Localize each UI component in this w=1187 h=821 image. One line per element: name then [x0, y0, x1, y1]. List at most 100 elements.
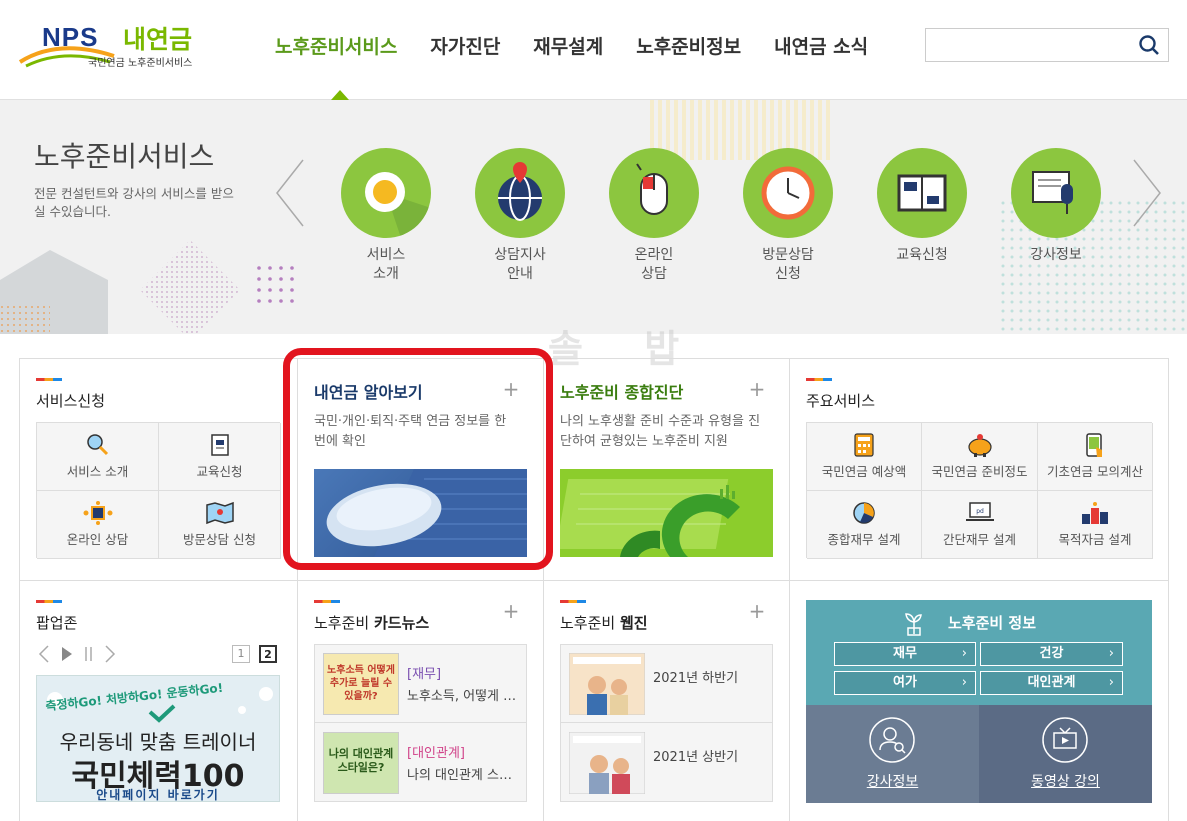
- tv-play-icon: [1042, 717, 1088, 763]
- banner-item-lecturer-info[interactable]: 강사정보: [1001, 148, 1111, 265]
- video-lecture-link[interactable]: 동영상 강의: [979, 705, 1152, 803]
- diagnosis-more-icon[interactable]: +: [747, 379, 767, 399]
- news-thumbnail-text: 노후소득 어떻게 추가로 늘릴 수 있을까?: [327, 665, 395, 702]
- nav-self-diagnosis[interactable]: 자가진단: [430, 32, 500, 59]
- banner-item-branch-guide[interactable]: 상담지사 안내: [465, 148, 575, 284]
- chart-illustration: [560, 479, 740, 557]
- site-logo[interactable]: NPS 내연금 국민연금 노후준비서비스: [18, 22, 208, 72]
- user-search-icon: [869, 717, 915, 763]
- play-icon[interactable]: [62, 647, 72, 661]
- panel-title-mark: [36, 378, 62, 381]
- visit-consult-apply-button[interactable]: 방문상담 신청: [159, 491, 281, 559]
- banner-item-label: 강사정보: [1030, 247, 1082, 263]
- panel-title-mark: [806, 378, 832, 381]
- list-item[interactable]: 노후소득 어떻게 추가로 늘릴 수 있을까? [재무] 노후소득, 어떻게 추가…: [315, 645, 526, 723]
- piggy-bank-icon: [967, 434, 992, 457]
- nav-retirement-info[interactable]: 노후준비정보: [636, 32, 741, 59]
- logo-brand: 내연금: [123, 25, 193, 54]
- banner-item-label: 방문상담 신청: [762, 247, 814, 282]
- main-nav: 노후준비서비스 자가진단 재무설계 노후준비정보 내연금 소식: [275, 32, 901, 59]
- prev-icon[interactable]: [38, 645, 49, 663]
- cell-label: 국민연금 예상액: [821, 464, 907, 479]
- divider: [789, 358, 790, 821]
- microphone-icon: [1011, 148, 1101, 238]
- lecturer-info-link[interactable]: 강사정보: [806, 705, 979, 803]
- nav-retirement-service[interactable]: 노후준비서비스: [275, 32, 397, 59]
- online-consult-button[interactable]: 온라인 상담: [37, 491, 159, 559]
- cell-label: 방문상담 신청: [183, 532, 256, 547]
- info-finance-button[interactable]: 재무 ›: [834, 642, 976, 666]
- diagnosis-title[interactable]: 노후준비 종합진단: [560, 379, 683, 403]
- news-category: [대인관계]: [407, 746, 465, 761]
- laptop-icon: pd: [965, 502, 994, 521]
- divider: [19, 580, 1169, 581]
- notebook-icon: [210, 434, 229, 456]
- webzine-more-icon[interactable]: +: [747, 601, 767, 621]
- news-thumbnail: 노후소득 어떻게 추가로 늘릴 수 있을까?: [323, 653, 399, 715]
- main-services-title: 주요서비스: [806, 392, 876, 410]
- nav-financial-design[interactable]: 재무설계: [533, 32, 603, 59]
- search-icon[interactable]: [1138, 34, 1160, 56]
- pension-estimate-button[interactable]: 국민연금 예상액: [807, 423, 922, 491]
- news-category: [재무]: [407, 667, 442, 682]
- map-icon: [205, 501, 234, 525]
- video-lecture-label: 동영상 강의: [1031, 774, 1100, 790]
- list-item[interactable]: 나의 대인관계 스타일은? [대인관계] 나의 대인관계 스타일은?: [315, 724, 526, 802]
- button-label: 여가: [893, 675, 917, 690]
- banner-item-online-consult[interactable]: 온라인 상담: [599, 148, 709, 284]
- decorative-dot-grid: [256, 265, 301, 305]
- pension-readiness-button[interactable]: 국민연금 준비정도: [922, 423, 1038, 491]
- cardnews-list: 노후소득 어떻게 추가로 늘릴 수 있을까? [재무] 노후소득, 어떻게 추가…: [314, 644, 527, 802]
- retirement-info-title: 노후준비 정보: [947, 614, 1037, 632]
- pause-icon[interactable]: [85, 647, 92, 661]
- basic-pension-calc-button[interactable]: 기초연금 모의계산: [1038, 423, 1153, 491]
- comprehensive-finance-button[interactable]: 종합재무 설계: [807, 491, 922, 559]
- banner-item-label: 교육신청: [896, 247, 948, 263]
- banner-item-label: 온라인 상담: [634, 247, 674, 282]
- cardnews-more-icon[interactable]: +: [501, 601, 521, 621]
- webzine-list: 2021년 하반기 2021년 상반기: [560, 644, 773, 802]
- info-health-button[interactable]: 건강 ›: [980, 642, 1123, 666]
- nav-news[interactable]: 내연금 소식: [774, 32, 868, 59]
- banner-title: 노후준비서비스: [34, 140, 215, 173]
- news-title: 나의 대인관계 스타일은?: [407, 768, 517, 783]
- list-item[interactable]: 2021년 상반기: [561, 724, 772, 802]
- service-intro-button[interactable]: 서비스 소개: [37, 423, 159, 491]
- main-services-grid: 국민연금 예상액 국민연금 준비정도 기초연금 모의계산 종합재무 설계 pd …: [806, 422, 1153, 559]
- banner-item-service-intro[interactable]: 서비스 소개: [331, 148, 441, 284]
- popup-page-1[interactable]: 1: [232, 645, 250, 663]
- cell-label: 목적자금 설계: [1058, 532, 1132, 547]
- banner-item-education[interactable]: 교육신청: [867, 148, 977, 265]
- info-relations-button[interactable]: 대인관계 ›: [980, 671, 1123, 695]
- simple-finance-button[interactable]: pd 간단재무 설계: [922, 491, 1038, 559]
- education-apply-button[interactable]: 교육신청: [159, 423, 281, 491]
- logo-mark: NPS: [42, 22, 99, 52]
- highlight-frame: [283, 348, 553, 570]
- service-apply-grid: 서비스 소개 교육신청 온라인 상담 방문상담 신청: [36, 422, 281, 559]
- next-icon[interactable]: [105, 645, 116, 663]
- goal-fund-button[interactable]: 목적자금 설계: [1038, 491, 1153, 559]
- nav-active-indicator: [331, 90, 349, 100]
- chevron-right-icon: ›: [1108, 675, 1114, 690]
- lecturer-info-label: 강사정보: [866, 774, 919, 790]
- retirement-info-box: 노후준비 정보 재무 › 건강 › 여가 › 대인관계 › 강사정보 동영상 강의: [806, 600, 1152, 803]
- cell-label: 서비스 소개: [66, 464, 129, 479]
- webzine-issue: 2021년 하반기: [653, 671, 739, 686]
- banner-description: 전문 컨설턴트와 강사의 서비스를 받으실 수있습니다.: [34, 186, 234, 219]
- news-thumbnail: 나의 대인관계 스타일은?: [323, 732, 399, 794]
- diagnosis-image[interactable]: [560, 469, 773, 557]
- chevron-right-icon: ›: [961, 675, 967, 690]
- popup-banner[interactable]: 측정하Go! 처방하Go! 운동하Go! 우리동네 맞춤 트레이너 국민체력10…: [36, 675, 280, 802]
- clock-icon: [743, 148, 833, 238]
- banner-item-visit-consult[interactable]: 방문상담 신청: [733, 148, 843, 284]
- panel-title-mark: [560, 600, 586, 603]
- webzine-thumbnail: [569, 653, 645, 715]
- banner-next-arrow-icon[interactable]: [1132, 158, 1162, 228]
- popup-page-2[interactable]: 2: [259, 645, 277, 663]
- list-item[interactable]: 2021년 하반기: [561, 645, 772, 723]
- search-input[interactable]: [926, 29, 1126, 61]
- banner-prev-arrow-icon[interactable]: [275, 158, 305, 228]
- mouse-icon: [609, 148, 699, 238]
- info-leisure-button[interactable]: 여가 ›: [834, 671, 976, 695]
- diagnosis-description: 나의 노후생활 준비 수준과 유형을 진단하여 균형있는 노후준비 지원: [560, 414, 761, 449]
